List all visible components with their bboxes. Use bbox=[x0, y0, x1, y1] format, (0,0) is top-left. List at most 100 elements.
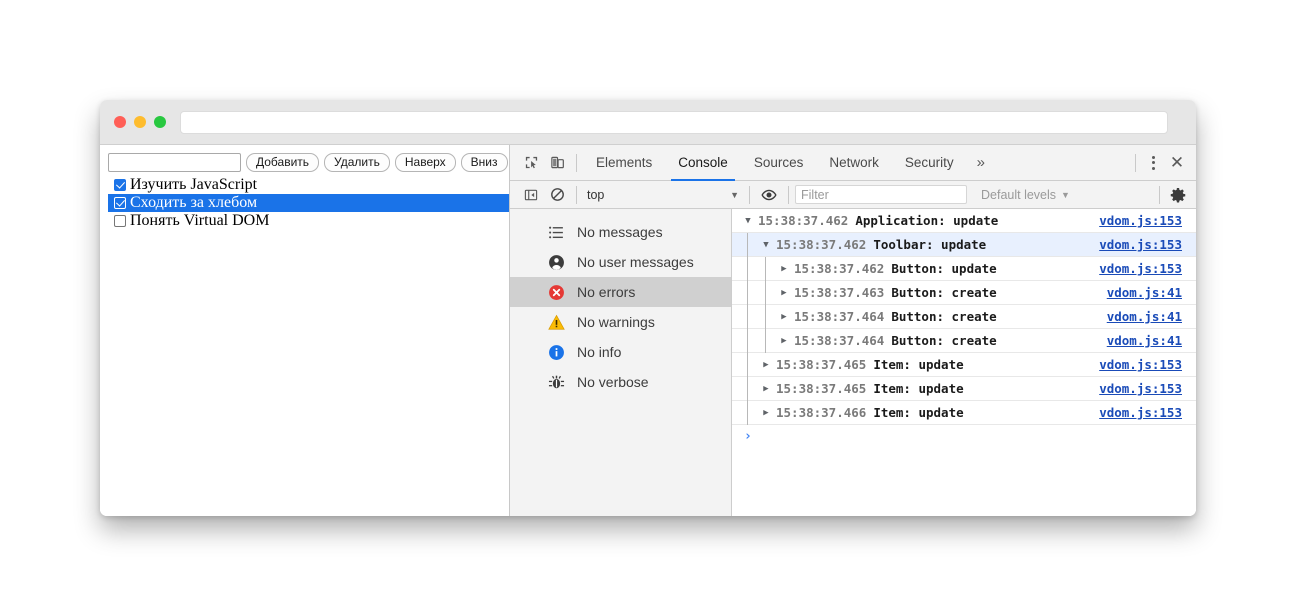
window-minimize-button[interactable] bbox=[134, 116, 146, 128]
add-todo-button[interactable]: Добавить bbox=[246, 153, 320, 172]
log-source-link[interactable]: vdom.js:41 bbox=[1107, 309, 1182, 324]
execution-context-selector[interactable]: top ▼ bbox=[583, 185, 743, 205]
clear-console-icon[interactable] bbox=[544, 182, 570, 208]
log-timestamp: 15:38:37.462 bbox=[794, 261, 885, 276]
window-zoom-button[interactable] bbox=[154, 116, 166, 128]
console-sidebar-item[interactable]: No user messages bbox=[510, 247, 731, 277]
chevron-down-icon[interactable] bbox=[761, 240, 771, 250]
execution-context-label: top bbox=[587, 187, 605, 202]
chevron-right-icon[interactable] bbox=[761, 408, 771, 418]
todo-controls: Добавить Удалить Наверх Вниз bbox=[108, 153, 509, 172]
traffic-lights bbox=[114, 116, 166, 128]
toolbar-divider-right bbox=[1135, 153, 1136, 172]
log-source-link[interactable]: vdom.js:153 bbox=[1099, 237, 1182, 252]
log-message: Item: update bbox=[873, 381, 964, 396]
console-log-row[interactable]: 15:38:37.464 Button: create vdom.js:41 bbox=[732, 305, 1196, 329]
todo-item-label: Сходить за хлебом bbox=[130, 194, 258, 211]
tab-security[interactable]: Security bbox=[892, 145, 967, 181]
log-message: Application: update bbox=[855, 213, 999, 228]
chevron-down-icon: ▼ bbox=[1061, 189, 1070, 200]
chevron-right-icon[interactable] bbox=[779, 336, 789, 346]
log-timestamp: 15:38:37.464 bbox=[794, 333, 885, 348]
chevron-down-icon: ▼ bbox=[730, 189, 739, 200]
console-filter-input[interactable] bbox=[795, 185, 967, 204]
todo-list: Изучить JavaScript Сходить за хлебом Понят… bbox=[108, 176, 509, 230]
log-message: Button: create bbox=[891, 309, 997, 324]
browser-titlebar bbox=[100, 100, 1196, 145]
console-sidebar-item[interactable]: No messages bbox=[510, 217, 731, 247]
window-body: Добавить Удалить Наверх Вниз Изучить JavaSc… bbox=[100, 145, 1196, 516]
move-up-button[interactable]: Наверх bbox=[394, 153, 456, 172]
log-source-link[interactable]: vdom.js:153 bbox=[1099, 213, 1182, 228]
chevron-right-icon[interactable] bbox=[761, 384, 771, 394]
chevron-right-icon[interactable] bbox=[779, 312, 789, 322]
console-sidebar-item[interactable]: No info bbox=[510, 337, 731, 367]
tab-elements[interactable]: Elements bbox=[583, 145, 665, 181]
device-toolbar-icon[interactable] bbox=[544, 150, 570, 176]
close-devtools-icon[interactable]: ✕ bbox=[1164, 150, 1190, 176]
log-source-link[interactable]: vdom.js:153 bbox=[1099, 261, 1182, 276]
console-sidebar-item[interactable]: No errors bbox=[510, 277, 731, 307]
console-prompt[interactable]: › bbox=[732, 425, 1196, 447]
tab-network[interactable]: Network bbox=[816, 145, 892, 181]
tab-console[interactable]: Console bbox=[665, 145, 741, 181]
devtools-tabs: Elements Console Sources Network Security bbox=[583, 145, 967, 181]
console-log-row[interactable]: 15:38:37.462 Button: update vdom.js:153 bbox=[732, 257, 1196, 281]
todo-checkbox[interactable] bbox=[114, 197, 126, 209]
live-expression-icon[interactable] bbox=[756, 182, 782, 208]
delete-todo-button[interactable]: Удалить bbox=[324, 153, 390, 172]
console-sidebar-item[interactable]: No verbose bbox=[510, 367, 731, 397]
console-sidebar: No messages No user messages No errors No w… bbox=[510, 209, 732, 516]
todo-checkbox[interactable] bbox=[114, 179, 126, 191]
todo-checkbox[interactable] bbox=[114, 215, 126, 227]
console-sidebar-item[interactable]: No warnings bbox=[510, 307, 731, 337]
log-timestamp: 15:38:37.463 bbox=[794, 285, 885, 300]
move-down-button[interactable]: Вниз bbox=[460, 153, 508, 172]
console-sidebar-item-label: No info bbox=[577, 344, 622, 360]
log-levels-selector[interactable]: Default levels ▼ bbox=[981, 188, 1070, 202]
window-close-button[interactable] bbox=[114, 116, 126, 128]
list-icon bbox=[548, 224, 565, 241]
todo-text-input[interactable] bbox=[108, 153, 241, 172]
log-source-link[interactable]: vdom.js:153 bbox=[1099, 357, 1182, 372]
more-tabs-icon[interactable]: » bbox=[967, 154, 995, 171]
console-log-row[interactable]: 15:38:37.463 Button: create vdom.js:41 bbox=[732, 281, 1196, 305]
nesting-guide-depth-2 bbox=[765, 257, 766, 353]
tab-sources[interactable]: Sources bbox=[741, 145, 817, 181]
address-bar[interactable] bbox=[180, 110, 1168, 134]
console-body: No messages No user messages No errors No w… bbox=[510, 209, 1196, 516]
chevron-right-icon[interactable] bbox=[761, 360, 771, 370]
console-log-row[interactable]: 15:38:37.466 Item: update vdom.js:153 bbox=[732, 401, 1196, 425]
todo-item[interactable]: Сходить за хлебом bbox=[108, 194, 509, 212]
todo-item[interactable]: Понять Virtual DOM bbox=[108, 212, 509, 230]
console-log-row[interactable]: 15:38:37.465 Item: update vdom.js:153 bbox=[732, 377, 1196, 401]
log-source-link[interactable]: vdom.js:153 bbox=[1099, 381, 1182, 396]
show-console-sidebar-icon[interactable] bbox=[518, 182, 544, 208]
log-source-link[interactable]: vdom.js:41 bbox=[1107, 333, 1182, 348]
devtools-menu-icon[interactable] bbox=[1142, 150, 1164, 176]
log-source-link[interactable]: vdom.js:153 bbox=[1099, 405, 1182, 420]
chevron-right-icon[interactable] bbox=[779, 288, 789, 298]
log-source-link[interactable]: vdom.js:41 bbox=[1107, 285, 1182, 300]
console-toolbar-divider-3 bbox=[788, 185, 789, 204]
error-icon bbox=[548, 284, 565, 301]
devtools-panel: Elements Console Sources Network Security » … bbox=[510, 145, 1196, 516]
console-log-row[interactable]: 15:38:37.465 Item: update vdom.js:153 bbox=[732, 353, 1196, 377]
inspect-element-icon[interactable] bbox=[518, 150, 544, 176]
log-message: Button: update bbox=[891, 261, 997, 276]
settings-gear-icon[interactable] bbox=[1166, 183, 1190, 207]
todo-item[interactable]: Изучить JavaScript bbox=[108, 176, 509, 194]
log-timestamp: 15:38:37.462 bbox=[776, 237, 867, 252]
chevron-down-icon[interactable] bbox=[743, 216, 753, 226]
console-toolbar: top ▼ Default levels ▼ bbox=[510, 181, 1196, 209]
console-sidebar-item-label: No warnings bbox=[577, 314, 655, 330]
console-log-row[interactable]: 15:38:37.462 Toolbar: update vdom.js:153 bbox=[732, 233, 1196, 257]
console-log-row[interactable]: 15:38:37.462 Application: update vdom.js:1… bbox=[732, 209, 1196, 233]
chevron-right-icon[interactable] bbox=[779, 264, 789, 274]
devtools-tabbar: Elements Console Sources Network Security » … bbox=[510, 145, 1196, 181]
console-log-area[interactable]: 15:38:37.462 Application: update vdom.js:1… bbox=[732, 209, 1196, 516]
log-timestamp: 15:38:37.465 bbox=[776, 381, 867, 396]
console-prompt-chevron-icon: › bbox=[744, 428, 752, 444]
console-sidebar-item-label: No messages bbox=[577, 224, 663, 240]
console-log-row[interactable]: 15:38:37.464 Button: create vdom.js:41 bbox=[732, 329, 1196, 353]
